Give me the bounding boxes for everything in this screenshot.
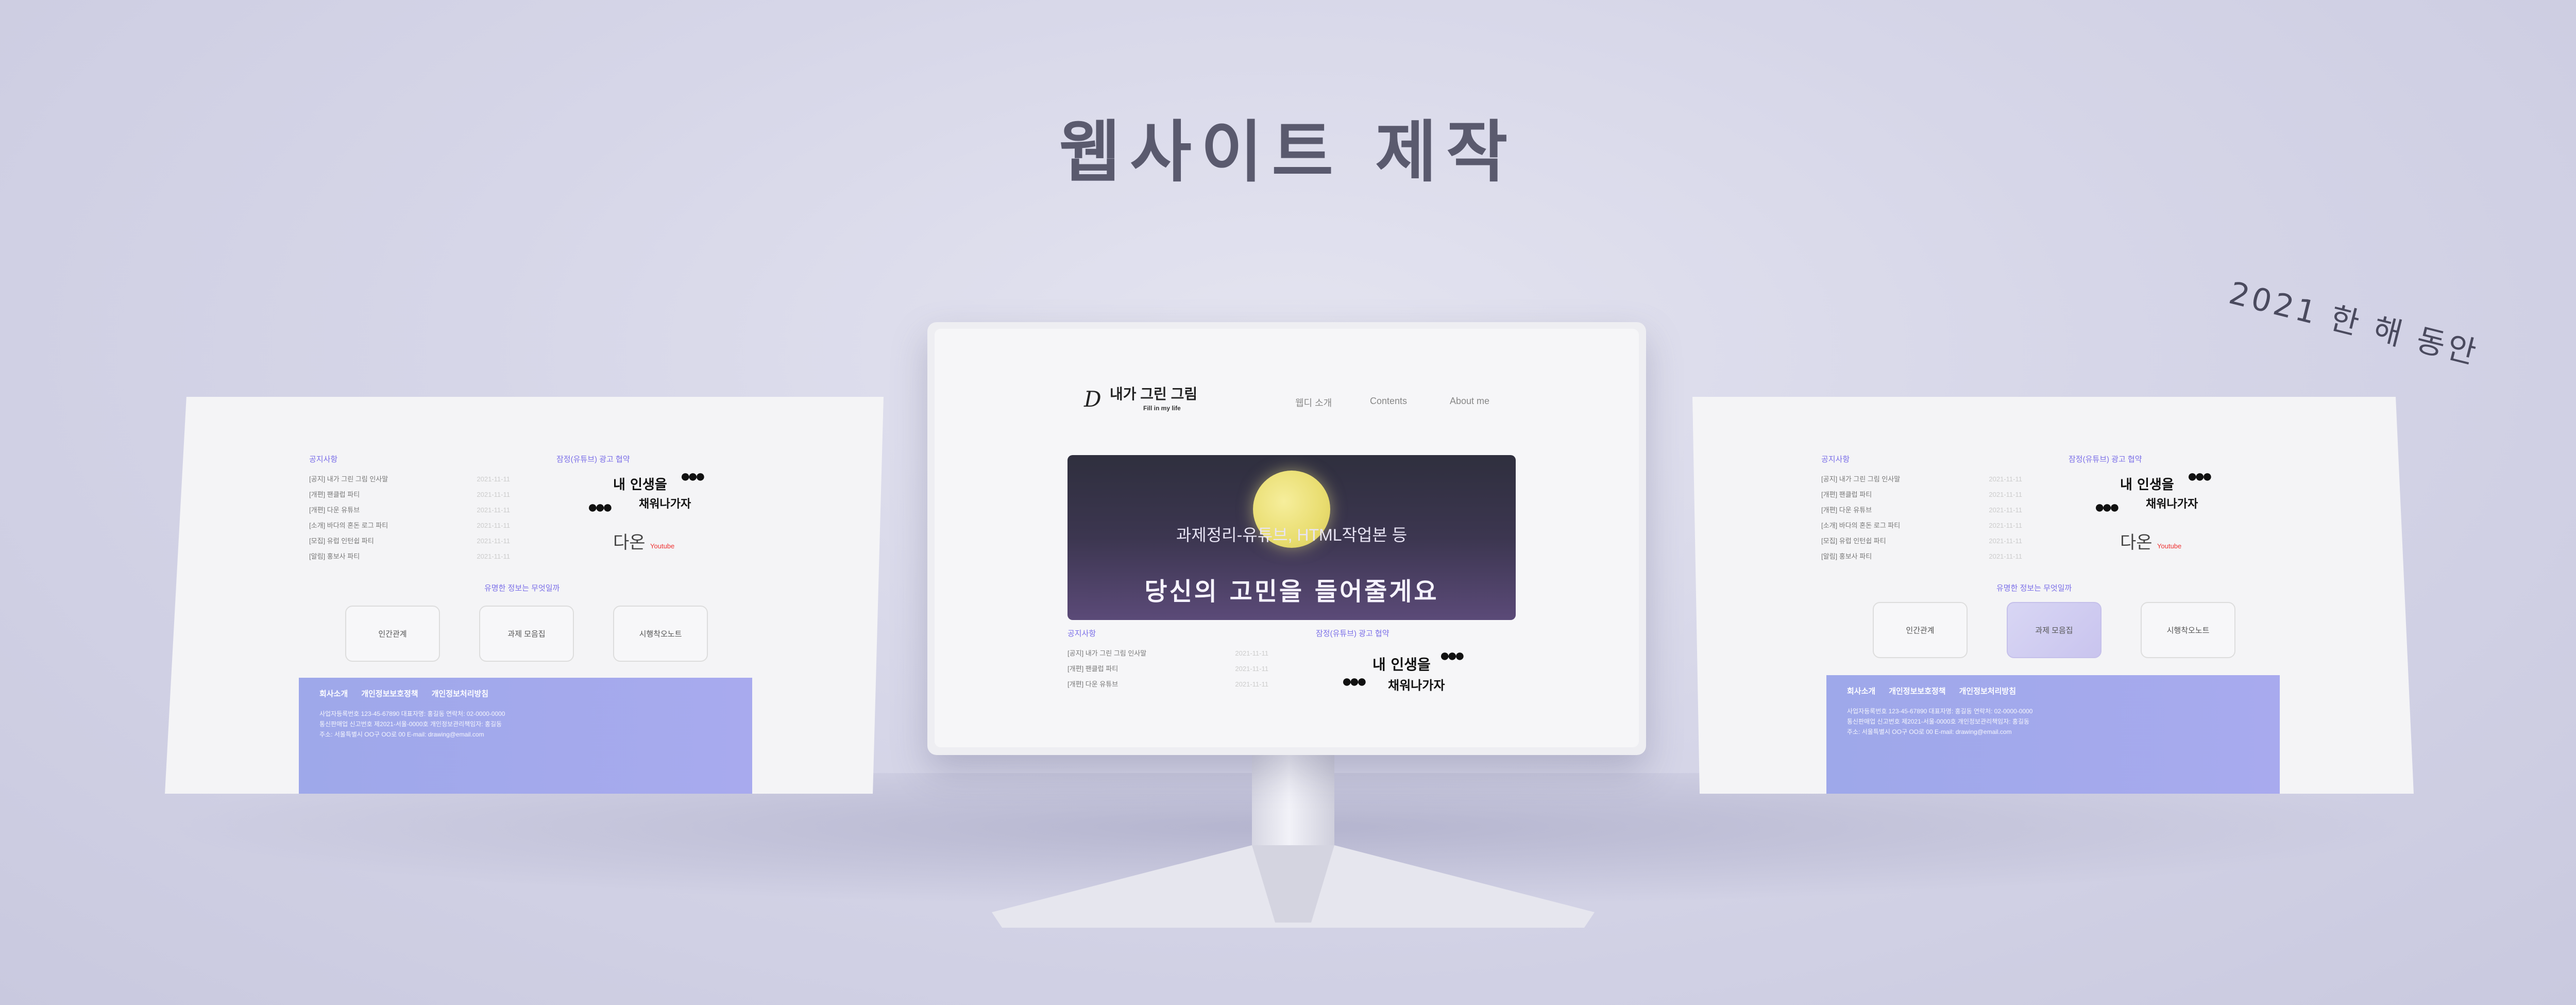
page-title: 웹사이트 제작 — [1059, 113, 1517, 191]
news-heading: 유명한 정보는 무엇일까 — [1996, 584, 2072, 593]
hero-banner[interactable]: 과제정리-유튜브, HTML작업본 등 당신의 고민을 들어줄게요 — [1067, 455, 1516, 620]
brand-title[interactable]: 내가 그린 그림 — [1110, 383, 1197, 404]
nav-contents[interactable]: Contents — [1370, 396, 1407, 407]
relationship-button[interactable]: 인간관계 — [345, 606, 440, 662]
ad-heading: 잠정(유튜브) 광고 협약 — [1316, 629, 1389, 638]
calligraphy-line2: 채워나가자 — [639, 497, 691, 511]
monitor-screen: D 내가 그린 그림 Fill in my life 웹디 소개 Content… — [935, 329, 1639, 747]
brand-logo-icon[interactable]: D — [1084, 387, 1101, 412]
notice-list: [공지] 내가 그린 그림 인사말 2021-11-11 [개편] 팬클럽 파티 2… — [309, 472, 510, 564]
list-item[interactable]: [알림] 홍보사 파티 2021-11-11 — [1821, 549, 2022, 564]
calligraphy-line2: 채워나가자 — [1388, 678, 1445, 693]
relationship-button[interactable]: 인간관계 — [1873, 602, 1968, 658]
youtube-logo: Youtube — [2157, 542, 2182, 550]
list-item[interactable]: [소개] 바다의 혼돈 로그 파티 2021-11-11 — [1821, 518, 2022, 533]
notice-heading: 공지사항 — [1067, 629, 1096, 638]
right-site-preview: 공지사항 잠정(유튜브) 광고 협약 [공지] 내가 그린 그림 인사말 2021… — [1692, 397, 2414, 794]
ink-dots-decoration: ●●● — [1342, 672, 1367, 691]
trial-error-button[interactable]: 시행착오노트 — [2141, 602, 2235, 658]
list-item[interactable]: [개편] 팬클럽 파티 2021-11-11 — [1067, 661, 1268, 677]
ink-dots-decoration: ●●● — [2187, 466, 2213, 486]
daon-logo: 다온 Youtube — [613, 533, 675, 552]
list-item[interactable]: [알림] 홍보사 파티 2021-11-11 — [309, 549, 510, 564]
notice-list: [공지] 내가 그린 그림 인사말 2021-11-11 [개편] 팬클럽 파티 2… — [1821, 472, 2022, 564]
list-item[interactable]: [공지] 내가 그린 그림 인사말 2021-11-11 — [1821, 472, 2022, 487]
daon-logo: 다온 Youtube — [2120, 533, 2182, 552]
notice-list: [공지] 내가 그린 그림 인사말 2021-11-11 [개편] 팬클럽 파티 2… — [1067, 646, 1268, 692]
list-item[interactable]: [개편] 팬클럽 파티 2021-11-11 — [309, 487, 510, 502]
site-footer: 회사소개 개인정보보호정책 개인정보처리방침 사업자등록번호 123-45-6789… — [299, 678, 752, 794]
nav-about-me[interactable]: About me — [1450, 396, 1489, 407]
assignments-button[interactable]: 과제 모음집 — [2007, 602, 2102, 658]
notice-heading: 공지사항 — [309, 455, 338, 464]
ink-dots-decoration: ●●● — [587, 497, 613, 517]
left-site-preview: 공지사항 잠정(유튜브) 광고 협약 [공지] 내가 그린 그림 인사말 2021… — [165, 397, 884, 794]
list-item[interactable]: [모집] 유럽 인턴쉽 파티 2021-11-11 — [309, 533, 510, 549]
list-item[interactable]: [개편] 다운 유튜브 2021-11-11 — [1821, 502, 2022, 518]
list-item[interactable]: [공지] 내가 그린 그림 인사말 2021-11-11 — [1067, 646, 1268, 661]
site-footer: 회사소개 개인정보보호정책 개인정보처리방침 사업자등록번호 123-45-6789… — [1826, 675, 2280, 794]
list-item[interactable]: [공지] 내가 그린 그림 인사말 2021-11-11 — [309, 472, 510, 487]
page-subtitle: 2021 한 해 동안 — [2225, 275, 2483, 372]
list-item[interactable]: [소개] 바다의 혼돈 로그 파티 2021-11-11 — [309, 518, 510, 533]
calligraphy-line1: 내 인생을 — [1372, 656, 1431, 673]
list-item[interactable]: [모집] 유럽 인턴쉽 파티 2021-11-11 — [1821, 533, 2022, 549]
monitor-stand-base — [992, 845, 1595, 928]
ad-heading: 잠정(유튜브) 광고 협약 — [2069, 455, 2142, 464]
footer-info: 사업자등록번호 123-45-67890 대표자명: 홍길동 연락처: 02-0… — [1847, 708, 2033, 735]
notice-heading: 공지사항 — [1821, 455, 1850, 464]
ad-heading: 잠정(유튜브) 광고 협약 — [556, 455, 630, 464]
banner-headline: 당신의 고민을 들어줄게요 — [1144, 577, 1439, 606]
youtube-logo: Youtube — [650, 542, 675, 550]
list-item[interactable]: [개편] 다운 유튜브 2021-11-11 — [309, 502, 510, 518]
calligraphy-line2: 채워나가자 — [2146, 497, 2198, 511]
ink-dots-decoration: ●●● — [2094, 497, 2120, 517]
calligraphy-line1: 내 인생을 — [2120, 477, 2174, 493]
list-item[interactable]: [개편] 팬클럽 파티 2021-11-11 — [1821, 487, 2022, 502]
trial-error-button[interactable]: 시행착오노트 — [613, 606, 708, 662]
brand-subtitle: Fill in my life — [1143, 405, 1181, 412]
nav-about-designer[interactable]: 웹디 소개 — [1295, 396, 1332, 409]
ink-dots-decoration: ●●● — [680, 466, 706, 486]
calligraphy-line1: 내 인생을 — [613, 477, 667, 493]
list-item[interactable]: [개편] 다운 유튜브 2021-11-11 — [1067, 677, 1268, 692]
news-heading: 유명한 정보는 무엇일까 — [484, 584, 560, 593]
ink-dots-decoration: ●●● — [1439, 646, 1465, 665]
footer-info: 사업자등록번호 123-45-67890 대표자명: 홍길동 연락처: 02-0… — [319, 710, 505, 738]
footer-links: 회사소개 개인정보보호정책 개인정보처리방침 — [319, 690, 489, 698]
banner-caption: 과제정리-유튜브, HTML작업본 등 — [1176, 526, 1408, 544]
assignments-button[interactable]: 과제 모음집 — [479, 606, 574, 662]
footer-links: 회사소개 개인정보보호정책 개인정보처리방침 — [1847, 687, 2016, 696]
